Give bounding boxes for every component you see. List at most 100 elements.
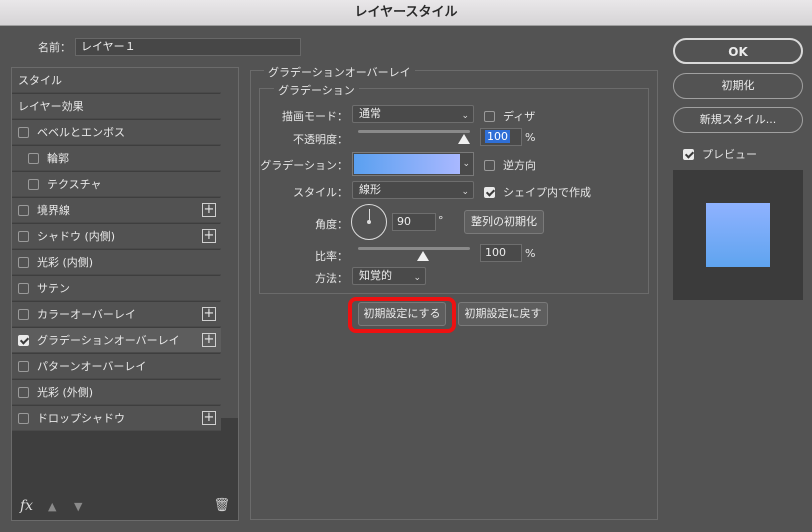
checkbox[interactable] — [18, 360, 29, 372]
list-item-label: グラデーションオーバーレイ — [37, 334, 180, 347]
style-list-scrollbar[interactable] — [220, 68, 238, 418]
list-item-color-overlay[interactable]: カラーオーバーレイ + — [12, 302, 221, 327]
angle-unit: ° — [438, 214, 444, 227]
checkbox-checked[interactable] — [683, 148, 694, 160]
list-item-label: 境界線 — [37, 204, 70, 217]
new-style-button[interactable]: 新規スタイル... — [673, 107, 803, 133]
add-effect-plus-icon[interactable]: + — [202, 203, 216, 217]
style-list-footer: fx ▲ ▼ 🗑 — [12, 492, 238, 520]
list-item-label: 光彩 (外側) — [37, 386, 94, 399]
list-item-outer-glow[interactable]: 光彩 (外側) — [12, 380, 221, 405]
scale-label: 比率： — [315, 250, 348, 263]
list-item-bevel-emboss[interactable]: ベベルとエンボス — [12, 120, 221, 145]
checkbox[interactable] — [18, 204, 29, 216]
method-value: 知覚的 — [359, 269, 392, 282]
method-select[interactable]: 知覚的 ⌄ — [352, 267, 426, 285]
reset-to-default-button[interactable]: 初期設定に戻す — [458, 302, 548, 326]
list-item-inner-glow[interactable]: 光彩 (内側) — [12, 250, 221, 275]
blend-mode-select[interactable]: 通常 ⌄ — [352, 105, 474, 123]
opacity-unit: % — [525, 131, 536, 144]
name-input[interactable]: レイヤー１ — [75, 38, 301, 56]
checkbox[interactable] — [28, 152, 39, 164]
align-with-layer-checkbox[interactable]: シェイプ内で作成 — [484, 184, 591, 200]
checkbox[interactable] — [28, 178, 39, 190]
name-row: 名前： レイヤー１ — [38, 38, 301, 56]
chevron-down-icon: ⌄ — [461, 111, 469, 121]
checkbox[interactable] — [18, 412, 29, 424]
list-item-texture[interactable]: テクスチャ — [12, 172, 221, 197]
window-title: レイヤースタイル — [0, 0, 812, 26]
list-item-gradient-overlay[interactable]: グラデーションオーバーレイ + — [12, 328, 221, 353]
add-effect-plus-icon[interactable]: + — [202, 229, 216, 243]
fx-icon[interactable]: fx — [20, 498, 33, 514]
checkbox[interactable] — [484, 110, 495, 122]
section-title: グラデーションオーバーレイ — [264, 64, 415, 80]
list-item-label: カラーオーバーレイ — [37, 308, 136, 321]
add-effect-plus-icon[interactable]: + — [202, 307, 216, 321]
highlight-annotation-ring — [348, 297, 456, 333]
name-label: 名前： — [38, 41, 71, 54]
scale-input[interactable]: 100 — [480, 244, 522, 262]
list-item-label: スタイル — [18, 74, 62, 87]
checkbox-checked[interactable] — [18, 334, 29, 346]
style-select[interactable]: 線形 ⌄ — [352, 181, 474, 199]
list-item-satin[interactable]: サテン — [12, 276, 221, 301]
checkbox[interactable] — [18, 308, 29, 320]
chevron-down-icon[interactable]: ⌄ — [462, 159, 470, 169]
add-effect-plus-icon[interactable]: + — [202, 411, 216, 425]
checkbox[interactable] — [18, 386, 29, 398]
angle-dial[interactable] — [351, 204, 387, 240]
angle-input[interactable]: 90 — [392, 213, 436, 231]
list-item-label: レイヤー効果 — [18, 100, 84, 113]
preview-label: プレビュー — [702, 148, 757, 161]
checkbox[interactable] — [18, 256, 29, 268]
reset-button[interactable]: 初期化 — [673, 73, 803, 99]
opacity-label: 不透明度： — [293, 133, 348, 146]
checkbox[interactable] — [18, 282, 29, 294]
reverse-checkbox[interactable]: 逆方向 — [484, 157, 536, 173]
list-item-label: テクスチャ — [47, 178, 102, 191]
list-item-pattern-overlay[interactable]: パターンオーバーレイ — [12, 354, 221, 379]
arrow-up-icon[interactable]: ▲ — [48, 500, 56, 513]
scale-slider-thumb[interactable] — [417, 251, 429, 261]
opacity-slider-track[interactable] — [358, 130, 470, 133]
trash-icon[interactable]: 🗑 — [213, 498, 230, 513]
list-item-layer-effects[interactable]: レイヤー効果 — [12, 94, 221, 119]
list-item-label: パターンオーバーレイ — [37, 360, 147, 373]
list-item-contour[interactable]: 輪郭 — [12, 146, 221, 171]
list-item-inner-shadow[interactable]: シャドウ (内側) + — [12, 224, 221, 249]
add-effect-plus-icon[interactable]: + — [202, 333, 216, 347]
list-item-styles[interactable]: スタイル — [12, 68, 221, 93]
list-item-label: 光彩 (内側) — [37, 256, 94, 269]
list-item-label: 輪郭 — [47, 152, 69, 165]
gradient-label: グラデーション： — [260, 159, 348, 172]
chevron-down-icon: ⌄ — [461, 187, 469, 197]
list-item-drop-shadow[interactable]: ドロップシャドウ + — [12, 406, 221, 431]
list-item-stroke[interactable]: 境界線 + — [12, 198, 221, 223]
group-title: グラデーション — [274, 82, 359, 98]
opacity-input[interactable]: 100 — [480, 128, 522, 146]
preview-swatch — [706, 203, 770, 267]
list-item-label: サテン — [37, 282, 70, 295]
checkbox[interactable] — [484, 159, 495, 171]
style-list-panel: スタイル レイヤー効果 ベベルとエンボス 輪郭 テクスチャ 境界線 + シャドウ… — [11, 67, 239, 521]
blend-mode-value: 通常 — [359, 107, 381, 120]
reset-alignment-button[interactable]: 整列の初期化 — [464, 210, 544, 234]
angle-label: 角度： — [315, 218, 348, 231]
dither-checkbox[interactable]: ディザ — [484, 108, 535, 124]
scale-slider-track[interactable] — [358, 247, 470, 250]
ok-button[interactable]: OK — [673, 38, 803, 64]
method-label: 方法： — [315, 272, 348, 285]
preview-area — [673, 170, 803, 300]
gradient-preview-swatch[interactable] — [354, 154, 460, 174]
opacity-value: 100 — [485, 130, 510, 143]
arrow-down-icon[interactable]: ▼ — [74, 500, 82, 513]
preview-checkbox[interactable]: プレビュー — [683, 146, 757, 162]
opacity-slider-thumb[interactable] — [458, 134, 470, 144]
checkbox[interactable] — [18, 126, 29, 138]
checkbox[interactable] — [18, 230, 29, 242]
dither-label: ディザ — [503, 110, 536, 123]
style-label: スタイル： — [293, 186, 348, 199]
checkbox-checked[interactable] — [484, 186, 495, 198]
gradient-picker[interactable]: ⌄ — [352, 152, 474, 176]
